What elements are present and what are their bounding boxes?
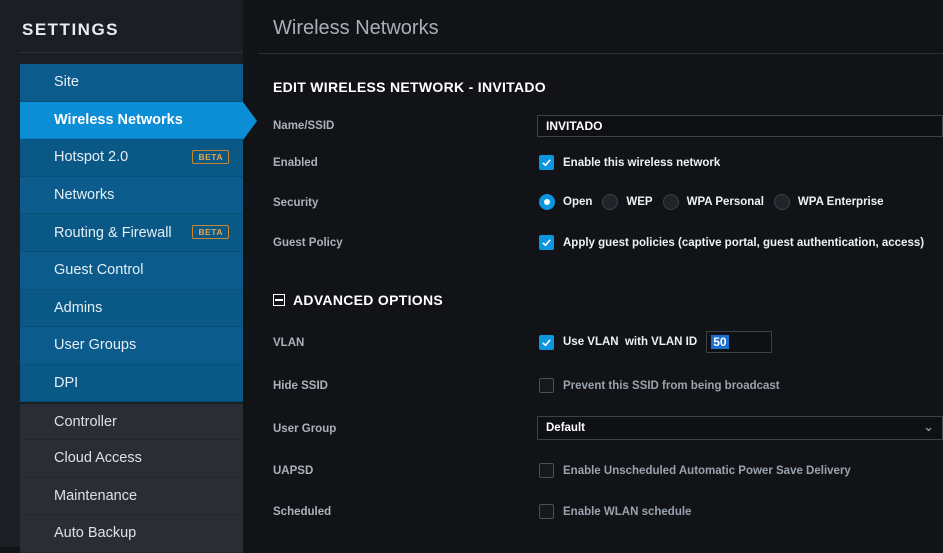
user-group-selected-value: Default bbox=[546, 422, 585, 434]
sidebar-item-auto-backup[interactable]: Auto Backup bbox=[20, 515, 243, 553]
security-option-label: Open bbox=[563, 196, 593, 208]
sidebar-item-label: Guest Control bbox=[54, 262, 144, 279]
sidebar-item-label: Maintenance bbox=[54, 487, 138, 504]
checkmark-icon bbox=[542, 239, 551, 247]
sidebar-item-wireless-networks[interactable]: Wireless Networks bbox=[20, 101, 257, 140]
enabled-label: Enabled bbox=[273, 157, 318, 169]
security-radio-wep[interactable] bbox=[602, 194, 619, 210]
uapsd-label: UAPSD bbox=[273, 465, 314, 477]
sidebar-item-controller[interactable]: Controller bbox=[20, 402, 243, 440]
uapsd-checkbox-label: Enable Unscheduled Automatic Power Save … bbox=[563, 464, 851, 477]
sidebar-item-dpi[interactable]: DPI bbox=[20, 364, 243, 403]
sidebar-item-label: Admins bbox=[54, 299, 103, 316]
sidebar-item-label: DPI bbox=[54, 375, 79, 392]
security-radio-group: Open WEP WPA Personal WPA Enterprise bbox=[539, 194, 894, 210]
sidebar-item-label: Auto Backup bbox=[54, 525, 137, 542]
user-group-label: User Group bbox=[273, 423, 337, 435]
sidebar-item-cloud-access[interactable]: Cloud Access bbox=[20, 439, 243, 478]
ssid-input[interactable]: INVITADO bbox=[537, 115, 943, 137]
sidebar-item-label: Hotspot 2.0 bbox=[54, 149, 129, 166]
sidebar-item-label: Cloud Access bbox=[54, 450, 142, 467]
sidebar-item-label: Site bbox=[54, 74, 79, 91]
security-radio-wpa-personal[interactable] bbox=[662, 194, 679, 210]
sidebar-item-networks[interactable]: Networks bbox=[20, 176, 243, 215]
security-radio-wpa-enterprise[interactable] bbox=[773, 194, 790, 210]
checkmark-icon bbox=[542, 338, 551, 346]
sidebar-item-label: Wireless Networks bbox=[54, 111, 183, 128]
sidebar-item-routing-firewall[interactable]: Routing & Firewall BETA bbox=[20, 214, 243, 252]
security-radio-open[interactable] bbox=[539, 194, 555, 210]
collapse-icon bbox=[273, 294, 285, 306]
guest-policy-label: Guest Policy bbox=[273, 237, 343, 249]
hide-ssid-checkbox-row[interactable]: Prevent this SSID from being broadcast bbox=[539, 378, 780, 393]
sidebar-item-user-groups[interactable]: User Groups bbox=[20, 327, 243, 365]
sidebar-item-label: Networks bbox=[54, 187, 115, 204]
vlan-id-value: 50 bbox=[711, 335, 729, 349]
beta-badge: BETA bbox=[192, 150, 229, 165]
sidebar-item-label: Routing & Firewall bbox=[54, 224, 172, 241]
scheduled-label: Scheduled bbox=[273, 506, 332, 518]
guest-policy-checkbox-row[interactable]: Apply guest policies (captive portal, gu… bbox=[539, 235, 924, 250]
security-option-label: WEP bbox=[626, 196, 653, 208]
sidebar-item-hotspot[interactable]: Hotspot 2.0 BETA bbox=[20, 139, 243, 177]
sidebar-divider bbox=[20, 52, 243, 53]
hide-ssid-label: Hide SSID bbox=[273, 380, 328, 392]
sidebar-item-label: Controller bbox=[54, 413, 117, 430]
chevron-down-icon: ⌄ bbox=[923, 419, 934, 434]
enabled-checkbox-row[interactable]: Enable this wireless network bbox=[539, 155, 720, 170]
guest-policy-checkbox-label: Apply guest policies (captive portal, gu… bbox=[563, 236, 925, 249]
guest-policy-checkbox[interactable] bbox=[539, 235, 554, 250]
sidebar-title: SETTINGS bbox=[22, 20, 120, 39]
name-ssid-label: Name/SSID bbox=[273, 120, 335, 132]
scheduled-checkbox-label: Enable WLAN schedule bbox=[563, 505, 692, 518]
sidebar-item-site[interactable]: Site bbox=[20, 64, 243, 102]
page-title: Wireless Networks bbox=[273, 17, 439, 39]
title-divider bbox=[258, 53, 943, 54]
enabled-checkbox-label: Enable this wireless network bbox=[563, 156, 721, 169]
vlan-id-input[interactable]: 50 bbox=[706, 331, 773, 353]
scheduled-checkbox[interactable] bbox=[539, 504, 554, 519]
uapsd-checkbox[interactable] bbox=[539, 463, 554, 478]
section-title: EDIT WIRELESS NETWORK - INVITADO bbox=[273, 79, 547, 95]
vlan-label: VLAN bbox=[273, 337, 305, 349]
vlan-row: Use VLAN with VLAN ID 50 bbox=[539, 331, 773, 353]
advanced-options-title: ADVANCED OPTIONS bbox=[293, 292, 443, 308]
uapsd-checkbox-row[interactable]: Enable Unscheduled Automatic Power Save … bbox=[539, 463, 851, 478]
security-option-label: WPA Enterprise bbox=[797, 196, 884, 208]
sidebar-item-maintenance[interactable]: Maintenance bbox=[20, 477, 243, 516]
settings-sidebar: SETTINGS Site Wireless Networks Hotspot … bbox=[0, 0, 257, 553]
security-option-label: WPA Personal bbox=[686, 196, 764, 208]
hide-ssid-checkbox[interactable] bbox=[539, 378, 554, 393]
vlan-checkbox[interactable] bbox=[539, 334, 554, 350]
sidebar-item-guest-control[interactable]: Guest Control bbox=[20, 251, 243, 290]
sidebar-item-admins[interactable]: Admins bbox=[20, 289, 243, 328]
sidebar-nav: Site Wireless Networks Hotspot 2.0 BETA N… bbox=[20, 64, 257, 553]
sidebar-item-label: User Groups bbox=[54, 337, 137, 354]
beta-badge: BETA bbox=[192, 225, 229, 240]
enabled-checkbox[interactable] bbox=[539, 155, 554, 170]
vlan-checkbox-label: Use VLAN with VLAN ID bbox=[563, 336, 698, 348]
hide-ssid-checkbox-label: Prevent this SSID from being broadcast bbox=[563, 379, 780, 392]
scheduled-checkbox-row[interactable]: Enable WLAN schedule bbox=[539, 504, 691, 519]
user-group-select[interactable]: Default ⌄ bbox=[537, 416, 943, 440]
checkmark-icon bbox=[542, 159, 551, 167]
advanced-options-toggle[interactable]: ADVANCED OPTIONS bbox=[273, 292, 443, 308]
security-label: Security bbox=[273, 197, 319, 209]
